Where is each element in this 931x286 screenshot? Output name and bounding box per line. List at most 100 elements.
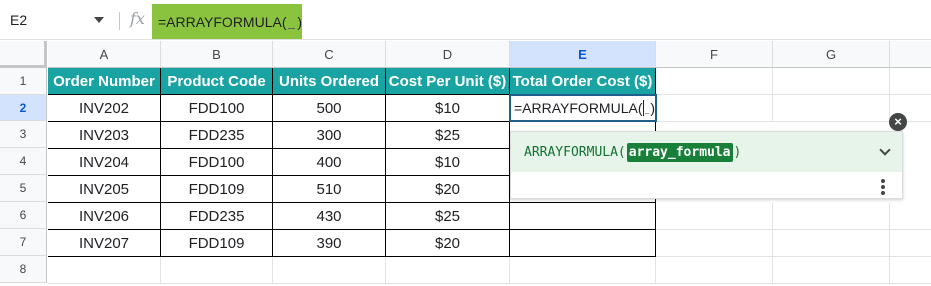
table-cell[interactable]: $25: [386, 122, 510, 149]
table-cell[interactable]: FDD100: [161, 149, 273, 176]
column-header-g[interactable]: G: [773, 41, 890, 68]
argument-placeholder-slot: [644, 102, 650, 114]
row-header-7-label: 7: [19, 235, 27, 249]
table-header-cell[interactable]: Units Ordered: [273, 68, 386, 95]
table-cell[interactable]: $20: [386, 176, 510, 203]
row-header-6-label: 6: [19, 208, 27, 222]
empty-cell[interactable]: [773, 257, 890, 284]
table-cell[interactable]: FDD235: [161, 203, 273, 230]
table-cell[interactable]: 400: [273, 149, 386, 176]
row-header-8[interactable]: 8: [0, 256, 47, 283]
column-header-c-label: C: [324, 46, 334, 62]
table-header-cell[interactable]: Product Code: [161, 68, 273, 95]
select-all-corner[interactable]: [0, 41, 47, 68]
column-header-d-label: D: [442, 46, 453, 62]
empty-cell[interactable]: [273, 257, 386, 284]
column-header-f[interactable]: F: [656, 41, 773, 68]
table-cell[interactable]: 430: [273, 203, 386, 230]
table-cell[interactable]: [510, 230, 656, 257]
row-header-5[interactable]: 5: [0, 175, 47, 202]
row-header-8-label: 8: [19, 262, 27, 276]
row-header-3[interactable]: 3: [0, 121, 47, 148]
table-cell[interactable]: 510: [273, 176, 386, 203]
table-cell[interactable]: FDD109: [161, 230, 273, 257]
table-cell[interactable]: FDD100: [161, 95, 273, 122]
table-cell[interactable]: INV203: [48, 122, 161, 149]
chevron-down-icon[interactable]: [879, 144, 891, 156]
formula-input[interactable]: =ARRAYFORMULA(): [152, 4, 302, 39]
table-cell[interactable]: INV202: [48, 95, 161, 122]
empty-cell[interactable]: [773, 203, 890, 230]
empty-cell[interactable]: [890, 230, 931, 257]
empty-cell[interactable]: [656, 230, 773, 257]
empty-cell[interactable]: [773, 95, 890, 122]
table-header-cell[interactable]: Order Number: [48, 68, 161, 95]
row-header-2-label: 2: [19, 100, 27, 115]
column-header-e[interactable]: E: [510, 41, 656, 68]
empty-cell[interactable]: [890, 257, 931, 284]
column-header-f-label: F: [710, 46, 718, 62]
empty-cell[interactable]: [890, 203, 931, 230]
row-header-7[interactable]: 7: [0, 229, 47, 256]
active-cell-suffix: ): [650, 100, 655, 116]
table-cell[interactable]: 390: [273, 230, 386, 257]
table-cell[interactable]: FDD109: [161, 176, 273, 203]
table-cell[interactable]: INV205: [48, 176, 161, 203]
formula-help-header[interactable]: ARRAYFORMULA(array_formula): [511, 132, 902, 172]
empty-cell[interactable]: [48, 257, 161, 284]
row-header-1-label: 1: [19, 74, 27, 88]
column-header-b-label: B: [212, 46, 221, 62]
empty-cell[interactable]: [656, 203, 773, 230]
table-cell[interactable]: INV207: [48, 230, 161, 257]
table-cell[interactable]: $10: [386, 149, 510, 176]
row-header-1[interactable]: 1: [0, 68, 47, 95]
table-cell[interactable]: $25: [386, 203, 510, 230]
table-header-cell[interactable]: Cost Per Unit ($): [386, 68, 510, 95]
formula-help-argument: array_formula: [626, 142, 733, 162]
empty-cell[interactable]: [656, 257, 773, 284]
empty-cell[interactable]: [773, 68, 890, 95]
formula-help-closing-paren: ): [733, 144, 742, 160]
table-header-cell[interactable]: Total Order Cost ($): [510, 68, 656, 95]
row-header-5-label: 5: [19, 181, 27, 195]
name-box[interactable]: E2: [10, 0, 100, 40]
more-vert-icon[interactable]: [881, 179, 885, 195]
table-cell[interactable]: 300: [273, 122, 386, 149]
row-header-2[interactable]: 2: [0, 95, 47, 121]
empty-cell[interactable]: [510, 257, 656, 284]
formula-help-function-name: ARRAYFORMULA(: [524, 144, 626, 160]
row-header-4[interactable]: 4: [0, 148, 47, 175]
row-header-3-label: 3: [19, 127, 27, 141]
table-cell[interactable]: [510, 203, 656, 230]
table-cell[interactable]: $10: [386, 95, 510, 122]
active-cell-editor[interactable]: =ARRAYFORMULA(): [509, 94, 657, 122]
row-header-4-label: 4: [19, 154, 27, 168]
column-header-g-label: G: [825, 46, 837, 62]
empty-cell[interactable]: [656, 68, 773, 95]
column-header-d[interactable]: D: [386, 41, 510, 68]
table-cell[interactable]: FDD235: [161, 122, 273, 149]
column-header-e-label: E: [578, 46, 587, 62]
name-box-dropdown-icon[interactable]: [94, 17, 104, 23]
column-header-c[interactable]: C: [273, 41, 386, 68]
empty-cell[interactable]: [386, 257, 510, 284]
formula-input-suffix: ): [297, 13, 302, 30]
table-cell[interactable]: INV206: [48, 203, 161, 230]
formula-input-prefix: =ARRAYFORMULA(: [158, 13, 287, 30]
column-header-a-label: A: [99, 46, 109, 62]
empty-cell[interactable]: [161, 257, 273, 284]
column-header-a[interactable]: A: [48, 41, 161, 68]
table-cell[interactable]: $20: [386, 230, 510, 257]
row-header-6[interactable]: 6: [0, 202, 47, 229]
table-cell[interactable]: 500: [273, 95, 386, 122]
formula-help-popup: ARRAYFORMULA(array_formula): [510, 131, 903, 199]
empty-cell[interactable]: [656, 95, 773, 122]
formula-input-placeholder-slot: [288, 15, 296, 29]
empty-cell[interactable]: [890, 68, 931, 95]
table-cell[interactable]: INV204: [48, 149, 161, 176]
formula-bar-divider: [119, 12, 120, 30]
column-header-b[interactable]: B: [161, 41, 273, 68]
name-box-value: E2: [10, 12, 28, 28]
empty-cell[interactable]: [773, 230, 890, 257]
close-icon[interactable]: ×: [889, 113, 907, 131]
